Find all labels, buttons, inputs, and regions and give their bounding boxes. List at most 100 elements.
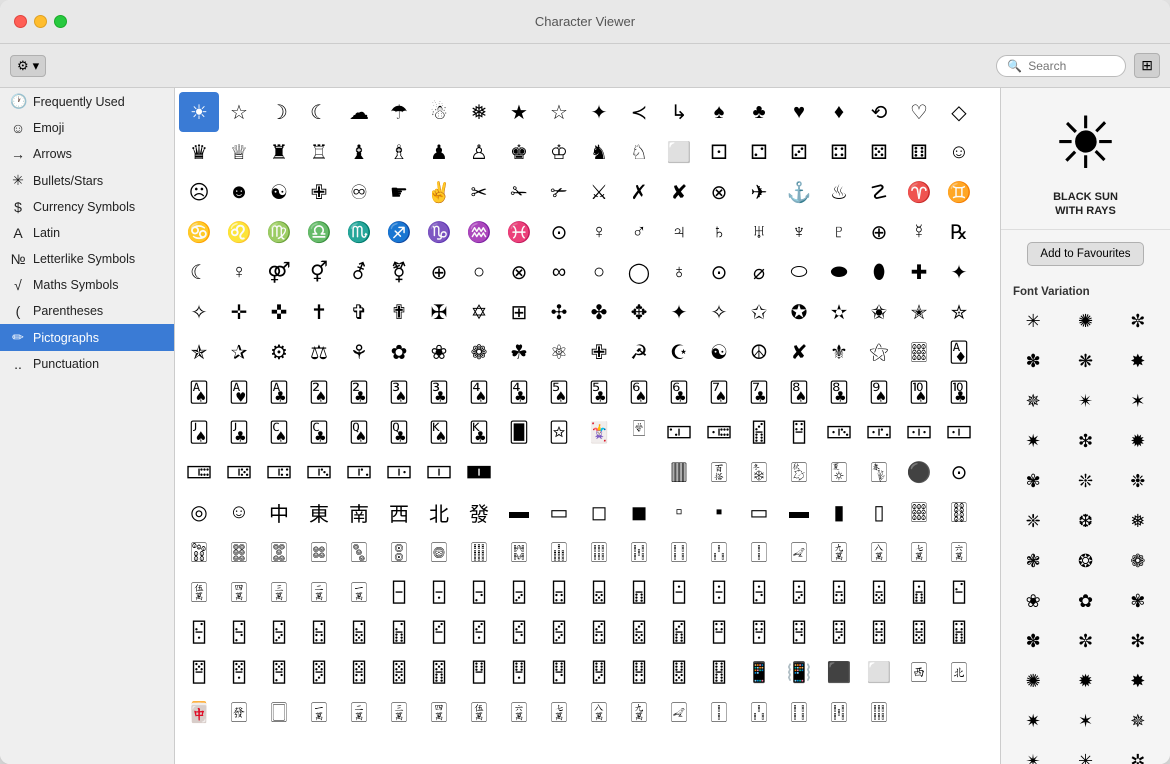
font-variation-cell[interactable]: ❇ bbox=[1061, 424, 1109, 460]
symbol-cell[interactable]: 🁽 bbox=[619, 612, 659, 652]
symbol-cell[interactable]: ♔ bbox=[539, 132, 579, 172]
symbol-cell[interactable]: 🂱 bbox=[219, 372, 259, 412]
symbol-cell[interactable]: ⚝ bbox=[859, 332, 899, 372]
symbol-cell[interactable]: ☻ bbox=[219, 172, 259, 212]
symbol-cell[interactable]: 🀈 bbox=[339, 692, 379, 732]
font-variation-cell[interactable]: ✹ bbox=[1061, 664, 1109, 700]
font-variation-cell[interactable]: ✶ bbox=[1061, 704, 1109, 740]
font-variation-cell[interactable]: ❀ bbox=[1009, 584, 1057, 620]
symbol-cell[interactable]: 🁿 bbox=[699, 612, 739, 652]
sidebar-item-maths-symbols[interactable]: √Maths Symbols bbox=[0, 272, 174, 298]
symbol-cell[interactable]: 🃜 bbox=[299, 412, 339, 452]
symbol-cell[interactable]: ✬ bbox=[859, 292, 899, 332]
font-variation-cell[interactable]: ✸ bbox=[1114, 344, 1162, 380]
symbol-cell[interactable]: ⌀ bbox=[739, 252, 779, 292]
symbol-cell[interactable]: ✰ bbox=[219, 332, 259, 372]
symbol-cell[interactable]: ◻ bbox=[579, 492, 619, 532]
symbol-cell[interactable]: 🁮 bbox=[819, 572, 859, 612]
sidebar-item-arrows[interactable]: →Arrows bbox=[0, 141, 174, 167]
symbol-cell[interactable]: ✘ bbox=[779, 332, 819, 372]
symbol-cell[interactable]: 📳 bbox=[779, 652, 819, 692]
symbol-cell[interactable]: 🂊 bbox=[339, 652, 379, 692]
symbol-cell[interactable]: ♅ bbox=[739, 212, 779, 252]
minimize-button[interactable] bbox=[34, 15, 47, 28]
symbol-cell[interactable]: ▭ bbox=[539, 492, 579, 532]
symbol-cell[interactable]: ♥ bbox=[779, 92, 819, 132]
symbol-cell[interactable]: 🀘 bbox=[459, 532, 499, 572]
symbol-cell[interactable]: 🁪 bbox=[659, 572, 699, 612]
sidebar-item-punctuation[interactable]: ..Punctuation bbox=[0, 351, 174, 377]
symbol-cell[interactable]: ⬬ bbox=[819, 252, 859, 292]
symbol-cell[interactable]: ✙ bbox=[299, 172, 339, 212]
symbol-cell[interactable]: 🀬 bbox=[619, 452, 659, 492]
symbol-cell[interactable]: 🀪 bbox=[699, 452, 739, 492]
symbol-cell[interactable]: ℞ bbox=[939, 212, 979, 252]
symbol-cell[interactable]: 東 bbox=[299, 492, 339, 532]
symbol-cell[interactable]: ♨ bbox=[819, 172, 859, 212]
gear-button[interactable]: ⚙ ▾ bbox=[10, 55, 46, 77]
symbol-cell[interactable]: 🃑 bbox=[259, 372, 299, 412]
symbol-cell[interactable]: 🂠 bbox=[499, 412, 539, 452]
font-variation-cell[interactable]: ✺ bbox=[1061, 304, 1109, 340]
symbol-cell[interactable]: 🂭 bbox=[339, 412, 379, 452]
symbol-cell[interactable]: ✫ bbox=[819, 292, 859, 332]
symbol-cell[interactable]: ♾ bbox=[339, 172, 379, 212]
symbol-cell[interactable]: ✌ bbox=[419, 172, 459, 212]
symbol-cell[interactable]: 🂎 bbox=[499, 652, 539, 692]
symbol-cell[interactable]: ♀ bbox=[579, 212, 619, 252]
symbol-cell[interactable]: 中 bbox=[259, 492, 299, 532]
symbol-cell[interactable]: ⊙ bbox=[539, 212, 579, 252]
symbol-cell[interactable]: 🀩 bbox=[739, 452, 779, 492]
symbol-cell[interactable]: ☺ bbox=[939, 132, 979, 172]
symbol-cell[interactable]: 🀅 bbox=[219, 692, 259, 732]
symbol-cell[interactable]: 🀞 bbox=[219, 532, 259, 572]
symbol-cell[interactable]: 🁯 bbox=[859, 572, 899, 612]
symbol-cell[interactable]: 🂍 bbox=[459, 652, 499, 692]
symbol-cell[interactable]: ☾ bbox=[299, 92, 339, 132]
symbol-cell[interactable]: ▮ bbox=[819, 492, 859, 532]
symbol-cell[interactable]: 🀉 bbox=[379, 692, 419, 732]
symbol-cell[interactable]: ☭ bbox=[619, 332, 659, 372]
symbol-cell[interactable]: ⚫ bbox=[899, 452, 939, 492]
symbol-cell[interactable]: 🀚 bbox=[379, 532, 419, 572]
symbol-cell[interactable]: 🁲 bbox=[179, 612, 219, 652]
symbol-cell[interactable]: ⚀ bbox=[699, 132, 739, 172]
symbol-cell[interactable]: 🀜 bbox=[299, 532, 339, 572]
font-variation-cell[interactable]: ✳ bbox=[1009, 304, 1057, 340]
symbol-cell[interactable]: ✁ bbox=[499, 172, 539, 212]
symbol-cell[interactable]: ⊕ bbox=[419, 252, 459, 292]
symbol-cell[interactable]: 🃕 bbox=[579, 372, 619, 412]
symbol-cell[interactable]: ♚ bbox=[499, 132, 539, 172]
symbol-cell[interactable]: 🀡 bbox=[899, 332, 939, 372]
symbol-cell[interactable]: 🀶 bbox=[219, 452, 259, 492]
symbol-cell[interactable]: 🂬 bbox=[259, 412, 299, 452]
symbol-cell[interactable]: 🂋 bbox=[379, 652, 419, 692]
font-variation-cell[interactable]: ✵ bbox=[1009, 384, 1057, 420]
font-variation-cell[interactable]: ✶ bbox=[1114, 384, 1162, 420]
symbol-cell[interactable]: ⬭ bbox=[779, 252, 819, 292]
symbol-cell[interactable]: 🀕 bbox=[859, 692, 899, 732]
symbol-cell[interactable]: ☁ bbox=[339, 92, 379, 132]
symbol-cell[interactable]: 🁷 bbox=[379, 612, 419, 652]
symbol-cell[interactable]: ☆ bbox=[219, 92, 259, 132]
symbol-cell[interactable]: 🀗 bbox=[499, 532, 539, 572]
symbol-cell[interactable]: 🀊 bbox=[419, 692, 459, 732]
symbol-cell[interactable]: 🂦 bbox=[619, 372, 659, 412]
symbol-cell[interactable]: ✃ bbox=[539, 172, 579, 212]
symbol-cell[interactable]: ☡ bbox=[859, 172, 899, 212]
symbol-cell[interactable]: 🀭 bbox=[579, 452, 619, 492]
symbol-cell[interactable]: ∞ bbox=[539, 252, 579, 292]
font-variation-cell[interactable]: ❈ bbox=[1009, 504, 1057, 540]
symbol-cell[interactable]: ⚛ bbox=[539, 332, 579, 372]
sidebar-item-currency-symbols[interactable]: $Currency Symbols bbox=[0, 194, 174, 220]
symbol-cell[interactable]: 🀠 bbox=[939, 492, 979, 532]
symbol-cell[interactable]: 🀍 bbox=[899, 532, 939, 572]
symbol-cell[interactable]: 🁱 bbox=[939, 572, 979, 612]
symbol-cell[interactable]: ♖ bbox=[299, 132, 339, 172]
symbol-cell[interactable]: ♙ bbox=[459, 132, 499, 172]
symbol-cell[interactable]: 🂮 bbox=[419, 412, 459, 452]
symbol-cell[interactable]: 🀍 bbox=[539, 692, 579, 732]
symbol-cell[interactable]: 🂈 bbox=[259, 652, 299, 692]
sidebar-item-bullets-stars[interactable]: ✳Bullets/Stars bbox=[0, 167, 174, 194]
symbol-cell[interactable]: 🂀 bbox=[739, 612, 779, 652]
